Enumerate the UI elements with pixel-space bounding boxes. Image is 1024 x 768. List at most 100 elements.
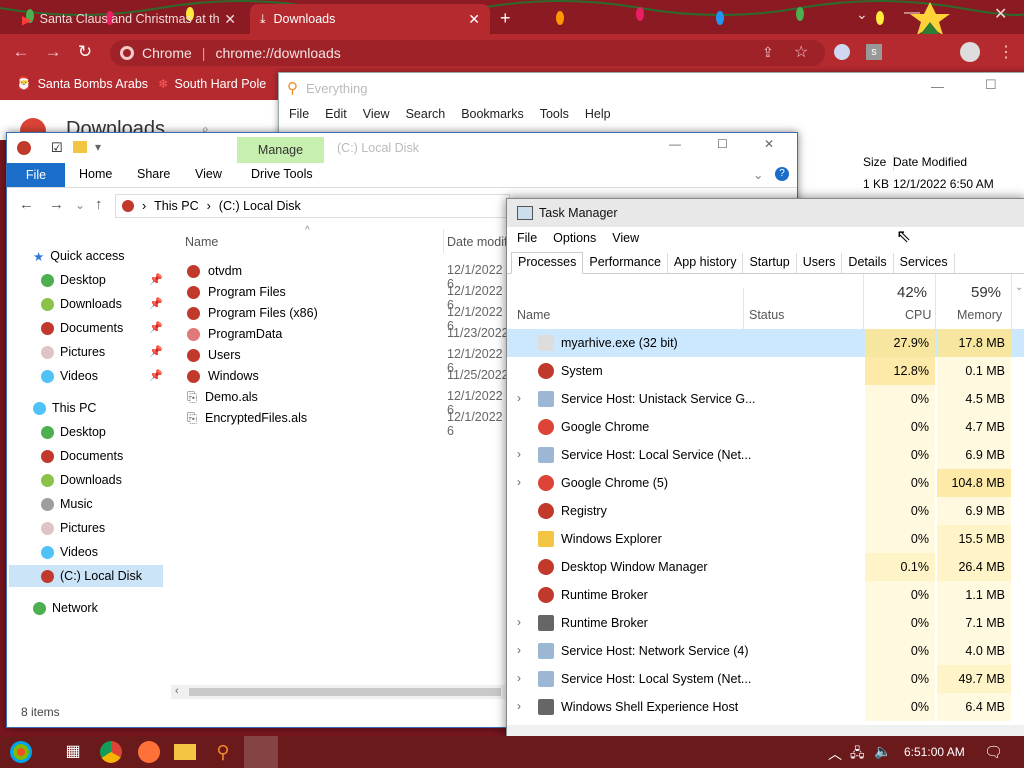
column-date-modified[interactable]: Date modif <box>447 235 507 249</box>
nav-desktop[interactable]: Desktop <box>41 269 106 291</box>
file-row[interactable]: Windows <box>187 366 259 386</box>
process-row[interactable]: Registry 0% 6.9 MB <box>507 497 1024 525</box>
path-bar[interactable]: › This PC › (C:) Local Disk <box>115 194 510 218</box>
nav-documents[interactable]: Documents <box>41 317 123 339</box>
process-row[interactable]: › Service Host: Unistack Service G... 0% 4.… <box>507 385 1024 413</box>
forward-icon[interactable]: → <box>42 41 64 63</box>
menu-edit[interactable]: Edit <box>325 107 347 121</box>
ribbon-share-tab[interactable]: Share <box>137 167 170 181</box>
path-local-disk[interactable]: (C:) Local Disk <box>219 199 301 213</box>
expand-chevron-icon[interactable]: › <box>517 447 521 461</box>
process-row[interactable]: Google Chrome 0% 4.7 MB <box>507 413 1024 441</box>
file-row[interactable]: Program Files (x86) <box>187 303 318 323</box>
scroll-left-icon[interactable]: ‹ <box>175 685 179 697</box>
close-tab-icon[interactable]: ✕ <box>224 11 236 28</box>
bookmark-santa-bombs[interactable]: 🎅 Santa Bombs Arabs <box>16 76 148 91</box>
menu-tools[interactable]: Tools <box>540 107 569 121</box>
tab-search-icon[interactable]: ⌄ <box>856 6 868 23</box>
tab-processes[interactable]: Processes <box>511 252 584 274</box>
nav-downloads[interactable]: Downloads <box>41 293 122 315</box>
expand-chevron-icon[interactable]: › <box>517 475 521 489</box>
expand-ribbon-icon[interactable]: ⌄ <box>753 167 763 182</box>
extension-s-icon[interactable]: s <box>866 44 882 60</box>
file-row[interactable]: ⎘ EncryptedFiles.als <box>187 408 307 428</box>
file-row[interactable]: Program Files <box>187 282 286 302</box>
network-icon[interactable]: 🖧 <box>850 744 865 766</box>
ribbon-view-tab[interactable]: View <box>195 167 222 181</box>
file-explorer-taskbar-icon[interactable] <box>174 744 196 760</box>
expand-chevron-icon[interactable]: › <box>517 671 521 685</box>
maximize-button[interactable]: ☐ <box>985 77 997 93</box>
nav-pc-videos[interactable]: Videos <box>41 541 98 563</box>
recent-dropdown-icon[interactable]: ⌄ <box>75 198 85 212</box>
nav-quick-access[interactable]: ★ Quick access <box>33 245 125 267</box>
menu-dots-icon[interactable]: ⋮ <box>998 42 1014 62</box>
chrome-tab-santa[interactable]: ▶ Santa Claus and Christmas at th ✕ <box>12 4 246 34</box>
nav-pictures[interactable]: Pictures <box>41 341 105 363</box>
process-row[interactable]: › Windows Shell Experience Host 0% 6.4 MB <box>507 693 1024 721</box>
nav-pc-pictures[interactable]: Pictures <box>41 517 105 539</box>
tab-users[interactable]: Users <box>797 253 843 273</box>
bookmark-star-icon[interactable]: ☆ <box>794 42 808 62</box>
menu-view[interactable]: View <box>612 231 639 245</box>
tab-services[interactable]: Services <box>894 253 955 273</box>
nav-pc-music[interactable]: Music <box>41 493 93 515</box>
nav-pc-documents[interactable]: Documents <box>41 445 123 467</box>
qat-dropdown-icon[interactable]: ▾ <box>95 140 101 154</box>
nav-pc-downloads[interactable]: Downloads <box>41 469 122 491</box>
column-size[interactable]: Size <box>863 155 886 169</box>
profile-avatar[interactable] <box>960 42 980 62</box>
ribbon-manage-tab[interactable]: Manage <box>237 137 324 163</box>
file-row[interactable]: otvdm <box>187 261 242 281</box>
nav-pc-desktop[interactable]: Desktop <box>41 421 106 443</box>
tab-performance[interactable]: Performance <box>583 253 668 273</box>
bookmark-south-hard-pole[interactable]: ❄ South Hard Pole <box>158 76 266 92</box>
nav-videos[interactable]: Videos <box>41 365 98 387</box>
ribbon-drive-tools-tab[interactable]: Drive Tools <box>251 167 313 181</box>
process-row[interactable]: System 12.8% 0.1 MB <box>507 357 1024 385</box>
column-name[interactable]: Name <box>185 235 218 249</box>
file-row[interactable]: ⎘ Demo.als <box>187 387 258 407</box>
chrome-tab-downloads[interactable]: ⤓ Downloads ✕ <box>250 4 490 34</box>
process-row[interactable]: myarhive.exe (32 bit) 27.9% 17.8 MB <box>507 329 1024 357</box>
process-row[interactable]: Windows Explorer 0% 15.5 MB <box>507 525 1024 553</box>
system-clock[interactable]: 6:51:00 AM <box>904 745 965 759</box>
address-bar[interactable]: Chrome | chrome://downloads <box>110 40 825 66</box>
everything-taskbar-icon[interactable]: ⚲ <box>212 741 234 763</box>
column-cpu[interactable]: CPU <box>905 308 931 322</box>
tab-app-history[interactable]: App history <box>668 253 744 273</box>
up-icon[interactable]: ↑ <box>95 196 103 213</box>
file-row[interactable]: ProgramData <box>187 324 282 344</box>
menu-options[interactable]: Options <box>553 231 596 245</box>
firefox-taskbar-icon[interactable] <box>138 741 160 763</box>
file-row[interactable]: Users <box>187 345 241 365</box>
task-manager-taskbar-icon[interactable] <box>244 736 278 768</box>
new-tab-button[interactable]: + <box>500 8 511 29</box>
ribbon-home-tab[interactable]: Home <box>79 167 112 181</box>
extension-icon[interactable] <box>834 44 850 60</box>
close-tab-icon[interactable]: ✕ <box>468 11 480 28</box>
help-icon[interactable]: ? <box>775 167 789 181</box>
process-row[interactable]: › Service Host: Local Service (Net... 0% 6.… <box>507 441 1024 469</box>
nav-local-disk[interactable]: (C:) Local Disk <box>9 565 163 587</box>
maximize-button[interactable]: ☐ <box>717 137 728 151</box>
minimize-button[interactable]: — <box>931 79 944 94</box>
notifications-icon[interactable]: 🗨 <box>984 743 1003 761</box>
minimize-button[interactable]: — <box>669 137 681 151</box>
properties-icon[interactable]: ☑ <box>51 140 63 156</box>
process-row[interactable]: Runtime Broker 0% 1.1 MB <box>507 581 1024 609</box>
menu-bookmarks[interactable]: Bookmarks <box>461 107 524 121</box>
process-row[interactable]: Desktop Window Manager 0.1% 26.4 MB <box>507 553 1024 581</box>
expand-chevron-icon[interactable]: › <box>517 643 521 657</box>
start-button-icon[interactable] <box>10 741 32 763</box>
menu-file[interactable]: File <box>517 231 537 245</box>
process-row[interactable]: › Service Host: Local System (Net... 0% 49.… <box>507 665 1024 693</box>
expand-chevron-icon[interactable]: › <box>517 391 521 405</box>
show-hidden-icons-chevron[interactable]: ︿ <box>828 744 842 764</box>
chrome-taskbar-icon[interactable] <box>100 741 122 763</box>
close-window-button[interactable]: ✕ <box>994 4 1007 24</box>
column-name[interactable]: Name <box>517 308 550 322</box>
nav-this-pc[interactable]: This PC <box>33 397 96 419</box>
column-status[interactable]: Status <box>749 308 784 322</box>
expand-chevron-icon[interactable]: › <box>517 615 521 629</box>
